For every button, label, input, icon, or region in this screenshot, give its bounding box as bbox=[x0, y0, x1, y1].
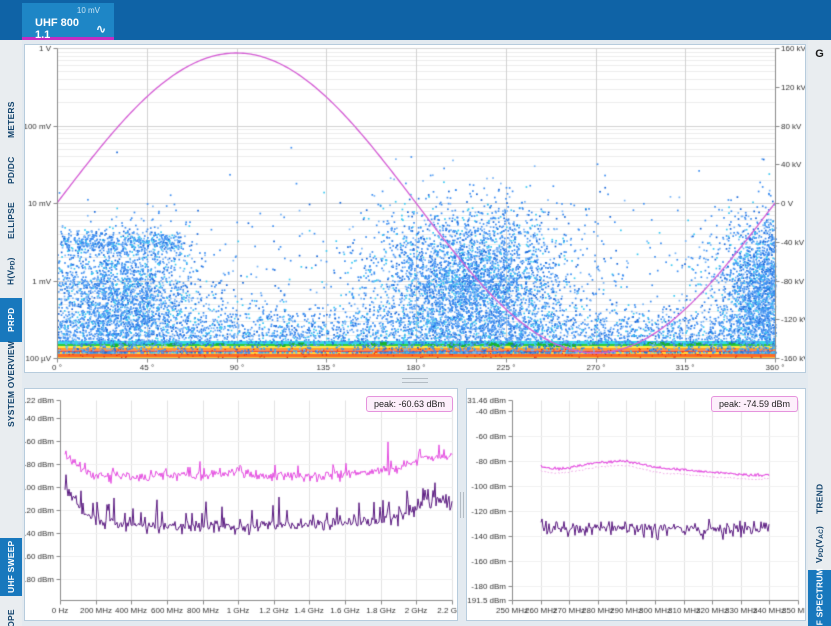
tab-prpd-label: PRPD bbox=[6, 308, 16, 332]
tab-pd-dc[interactable]: PD/DC bbox=[0, 148, 22, 192]
prpd-panel bbox=[24, 44, 806, 373]
splitter-grip-icon bbox=[460, 492, 464, 518]
tab-system-overview-label: SYSTEM OVERVIEW bbox=[6, 341, 16, 427]
splitter-grip-icon bbox=[402, 378, 428, 383]
device-tab-title: UHF 800 1.1 bbox=[35, 17, 96, 41]
vertical-splitter[interactable] bbox=[459, 388, 465, 621]
tab-vpd-vac-label: VPD(VAC) bbox=[814, 525, 825, 562]
range-label: 10 mV bbox=[22, 3, 114, 15]
tab-trend-label: TREND bbox=[815, 484, 825, 514]
prpd-plot-canvas[interactable] bbox=[25, 45, 805, 372]
g-button[interactable]: G bbox=[808, 48, 831, 60]
sine-icon: ∿ bbox=[96, 22, 106, 36]
tab-hvpd[interactable]: H(VPD) bbox=[0, 248, 22, 294]
uhf-spectrum-plot-canvas[interactable] bbox=[467, 389, 805, 620]
spectrum-peak-badge: peak: -74.59 dBm bbox=[711, 396, 798, 412]
tab-hvpd-label: H(VPD) bbox=[6, 257, 17, 285]
tab-scope-label: SCOPE bbox=[6, 610, 16, 626]
tab-scope[interactable]: SCOPE bbox=[0, 602, 22, 626]
device-tab-uhf800[interactable]: 10 mV UHF 800 1.1 ∿ bbox=[22, 3, 114, 40]
tab-system-overview[interactable]: SYSTEM OVERVIEW bbox=[0, 346, 22, 422]
tab-prpd[interactable]: PRPD bbox=[0, 298, 22, 342]
tab-uhf-sweep[interactable]: UHF SWEEP bbox=[0, 538, 22, 596]
tab-ellipse-label: ELLIPSE bbox=[6, 203, 16, 240]
tab-meters-label: METERS bbox=[6, 102, 16, 139]
horizontal-splitter[interactable] bbox=[24, 375, 806, 386]
tab-trend[interactable]: TREND bbox=[808, 480, 831, 518]
tab-ellipse[interactable]: ELLIPSE bbox=[0, 198, 22, 244]
title-bar: 10 mV UHF 800 1.1 ∿ bbox=[0, 0, 831, 40]
tab-vpd-vac[interactable]: VPD(VAC) bbox=[808, 522, 831, 566]
tab-uhf-sweep-label: UHF SWEEP bbox=[6, 541, 16, 593]
uhf-sweep-panel: peak: -60.63 dBm bbox=[24, 388, 458, 621]
tab-pd-dc-label: PD/DC bbox=[6, 156, 16, 183]
tab-uhf-spectrum[interactable]: UHF SPECTRUM bbox=[808, 570, 831, 626]
sweep-peak-badge: peak: -60.63 dBm bbox=[366, 396, 453, 412]
tab-meters[interactable]: METERS bbox=[0, 98, 22, 142]
uhf-spectrum-panel: peak: -74.59 dBm bbox=[466, 388, 806, 621]
right-tab-rail: G TREND VPD(VAC) UHF SPECTRUM bbox=[808, 40, 831, 626]
left-tab-rail: METERS PD/DC ELLIPSE H(VPD) PRPD SYSTEM … bbox=[0, 40, 22, 626]
uhf-sweep-plot-canvas[interactable] bbox=[25, 389, 457, 620]
tab-uhf-spectrum-label: UHF SPECTRUM bbox=[815, 568, 825, 626]
